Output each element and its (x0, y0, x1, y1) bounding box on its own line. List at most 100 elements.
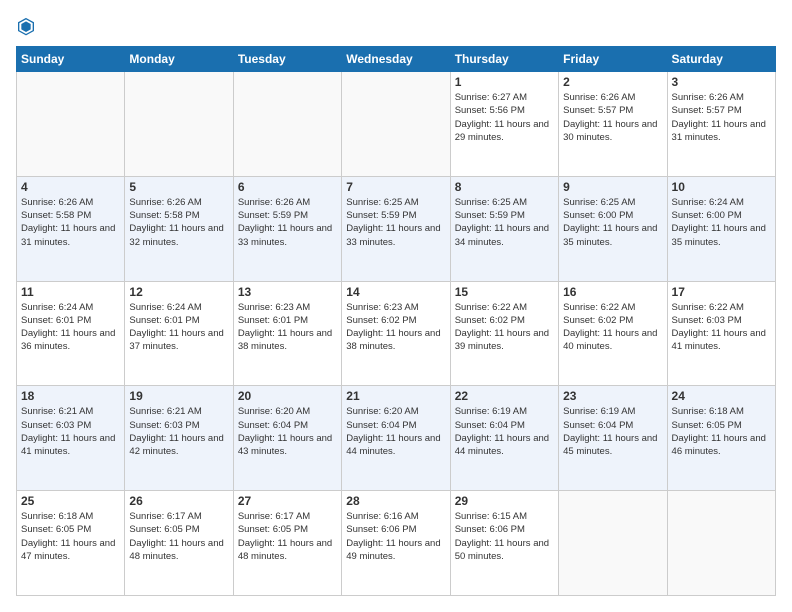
calendar-cell: 29 Sunrise: 6:15 AM Sunset: 6:06 PM Dayli… (450, 491, 558, 596)
cell-info: Sunrise: 6:24 AM Sunset: 6:01 PM Dayligh… (129, 301, 228, 354)
calendar-cell: 6 Sunrise: 6:26 AM Sunset: 5:59 PM Daylig… (233, 176, 341, 281)
calendar-cell: 7 Sunrise: 6:25 AM Sunset: 5:59 PM Daylig… (342, 176, 450, 281)
calendar-cell: 13 Sunrise: 6:23 AM Sunset: 6:01 PM Dayli… (233, 281, 341, 386)
day-number: 15 (455, 285, 554, 299)
calendar-week-row: 4 Sunrise: 6:26 AM Sunset: 5:58 PM Daylig… (17, 176, 776, 281)
day-number: 8 (455, 180, 554, 194)
cell-info: Sunrise: 6:24 AM Sunset: 6:01 PM Dayligh… (21, 301, 120, 354)
day-number: 4 (21, 180, 120, 194)
calendar-cell: 27Sunrise: 6:17 AM Sunset: 6:05 PM Dayli… (233, 491, 341, 596)
cell-info: Sunrise: 6:15 AM Sunset: 6:06 PM Dayligh… (455, 510, 554, 563)
calendar-cell: 18 Sunrise: 6:21 AM Sunset: 6:03 PM Dayli… (17, 386, 125, 491)
day-number: 1 (455, 75, 554, 89)
calendar-week-row: 25 Sunrise: 6:18 AM Sunset: 6:05 PM Dayli… (17, 491, 776, 596)
calendar-table: SundayMondayTuesdayWednesdayThursdayFrid… (16, 46, 776, 596)
calendar-cell: 22 Sunrise: 6:19 AM Sunset: 6:04 PM Dayli… (450, 386, 558, 491)
header (16, 16, 776, 36)
cell-info: Sunrise: 6:19 AM Sunset: 6:04 PM Dayligh… (455, 405, 554, 458)
cell-info: Sunrise: 6:26 AM Sunset: 5:58 PM Dayligh… (21, 196, 120, 249)
calendar-cell (233, 72, 341, 177)
day-number: 7 (346, 180, 445, 194)
day-of-week-header: Thursday (450, 47, 558, 72)
cell-info: Sunrise: 6:23 AM Sunset: 6:01 PM Dayligh… (238, 301, 337, 354)
day-number: 18 (21, 389, 120, 403)
day-number: 24 (672, 389, 771, 403)
calendar-cell: 8 Sunrise: 6:25 AM Sunset: 5:59 PM Daylig… (450, 176, 558, 281)
calendar-cell: 24 Sunrise: 6:18 AM Sunset: 6:05 PM Dayli… (667, 386, 775, 491)
calendar-cell: 16 Sunrise: 6:22 AM Sunset: 6:02 PM Dayli… (559, 281, 667, 386)
cell-info: Sunrise: 6:27 AM Sunset: 5:56 PM Dayligh… (455, 91, 554, 144)
cell-info: Sunrise: 6:26 AM Sunset: 5:58 PM Dayligh… (129, 196, 228, 249)
day-number: 12 (129, 285, 228, 299)
calendar-cell: 21 Sunrise: 6:20 AM Sunset: 6:04 PM Dayli… (342, 386, 450, 491)
calendar-cell: 25 Sunrise: 6:18 AM Sunset: 6:05 PM Dayli… (17, 491, 125, 596)
calendar-cell: 17Sunrise: 6:22 AM Sunset: 6:03 PM Dayli… (667, 281, 775, 386)
day-number: 29 (455, 494, 554, 508)
day-number: 25 (21, 494, 120, 508)
cell-info: Sunrise: 6:26 AM Sunset: 5:57 PM Dayligh… (563, 91, 662, 144)
day-number: 23 (563, 389, 662, 403)
calendar-cell (125, 72, 233, 177)
calendar-header-row: SundayMondayTuesdayWednesdayThursdayFrid… (17, 47, 776, 72)
cell-info: Sunrise: 6:18 AM Sunset: 6:05 PM Dayligh… (672, 405, 771, 458)
cell-info: Sunrise: 6:23 AM Sunset: 6:02 PM Dayligh… (346, 301, 445, 354)
calendar-cell: 15 Sunrise: 6:22 AM Sunset: 6:02 PM Dayli… (450, 281, 558, 386)
day-number: 28 (346, 494, 445, 508)
calendar-cell (342, 72, 450, 177)
day-of-week-header: Saturday (667, 47, 775, 72)
cell-info: Sunrise: 6:16 AM Sunset: 6:06 PM Dayligh… (346, 510, 445, 563)
calendar-cell: 28 Sunrise: 6:16 AM Sunset: 6:06 PM Dayli… (342, 491, 450, 596)
cell-info: Sunrise: 6:22 AM Sunset: 6:02 PM Dayligh… (563, 301, 662, 354)
calendar-cell (667, 491, 775, 596)
day-number: 2 (563, 75, 662, 89)
day-of-week-header: Wednesday (342, 47, 450, 72)
day-number: 26 (129, 494, 228, 508)
day-number: 21 (346, 389, 445, 403)
cell-info: Sunrise: 6:21 AM Sunset: 6:03 PM Dayligh… (129, 405, 228, 458)
calendar-cell: 20 Sunrise: 6:20 AM Sunset: 6:04 PM Dayli… (233, 386, 341, 491)
cell-info: Sunrise: 6:25 AM Sunset: 6:00 PM Dayligh… (563, 196, 662, 249)
cell-info: Sunrise: 6:17 AM Sunset: 6:05 PM Dayligh… (129, 510, 228, 563)
cell-info: Sunrise: 6:26 AM Sunset: 5:57 PM Dayligh… (672, 91, 771, 144)
calendar-cell: 4 Sunrise: 6:26 AM Sunset: 5:58 PM Daylig… (17, 176, 125, 281)
cell-info: Sunrise: 6:21 AM Sunset: 6:03 PM Dayligh… (21, 405, 120, 458)
cell-info: Sunrise: 6:20 AM Sunset: 6:04 PM Dayligh… (346, 405, 445, 458)
day-number: 5 (129, 180, 228, 194)
calendar-cell: 11 Sunrise: 6:24 AM Sunset: 6:01 PM Dayli… (17, 281, 125, 386)
calendar-cell: 1 Sunrise: 6:27 AM Sunset: 5:56 PM Daylig… (450, 72, 558, 177)
day-of-week-header: Tuesday (233, 47, 341, 72)
day-of-week-header: Sunday (17, 47, 125, 72)
calendar-cell: 3Sunrise: 6:26 AM Sunset: 5:57 PM Daylig… (667, 72, 775, 177)
logo-icon (16, 16, 36, 36)
calendar-cell (559, 491, 667, 596)
day-number: 19 (129, 389, 228, 403)
day-of-week-header: Monday (125, 47, 233, 72)
calendar-cell: 5 Sunrise: 6:26 AM Sunset: 5:58 PM Daylig… (125, 176, 233, 281)
cell-info: Sunrise: 6:18 AM Sunset: 6:05 PM Dayligh… (21, 510, 120, 563)
day-number: 13 (238, 285, 337, 299)
day-of-week-header: Friday (559, 47, 667, 72)
day-number: 20 (238, 389, 337, 403)
day-number: 22 (455, 389, 554, 403)
calendar-week-row: 18 Sunrise: 6:21 AM Sunset: 6:03 PM Dayli… (17, 386, 776, 491)
cell-info: Sunrise: 6:24 AM Sunset: 6:00 PM Dayligh… (672, 196, 771, 249)
calendar-cell: 19 Sunrise: 6:21 AM Sunset: 6:03 PM Dayli… (125, 386, 233, 491)
day-number: 27 (238, 494, 337, 508)
calendar-week-row: 1 Sunrise: 6:27 AM Sunset: 5:56 PM Daylig… (17, 72, 776, 177)
page: SundayMondayTuesdayWednesdayThursdayFrid… (0, 0, 792, 612)
day-number: 17 (672, 285, 771, 299)
calendar-cell: 23 Sunrise: 6:19 AM Sunset: 6:04 PM Dayli… (559, 386, 667, 491)
day-number: 6 (238, 180, 337, 194)
calendar-cell: 10Sunrise: 6:24 AM Sunset: 6:00 PM Dayli… (667, 176, 775, 281)
calendar-week-row: 11 Sunrise: 6:24 AM Sunset: 6:01 PM Dayli… (17, 281, 776, 386)
day-number: 9 (563, 180, 662, 194)
cell-info: Sunrise: 6:25 AM Sunset: 5:59 PM Dayligh… (346, 196, 445, 249)
calendar-cell: 2 Sunrise: 6:26 AM Sunset: 5:57 PM Daylig… (559, 72, 667, 177)
cell-info: Sunrise: 6:22 AM Sunset: 6:02 PM Dayligh… (455, 301, 554, 354)
cell-info: Sunrise: 6:25 AM Sunset: 5:59 PM Dayligh… (455, 196, 554, 249)
cell-info: Sunrise: 6:26 AM Sunset: 5:59 PM Dayligh… (238, 196, 337, 249)
cell-info: Sunrise: 6:20 AM Sunset: 6:04 PM Dayligh… (238, 405, 337, 458)
day-number: 16 (563, 285, 662, 299)
cell-info: Sunrise: 6:19 AM Sunset: 6:04 PM Dayligh… (563, 405, 662, 458)
day-number: 11 (21, 285, 120, 299)
